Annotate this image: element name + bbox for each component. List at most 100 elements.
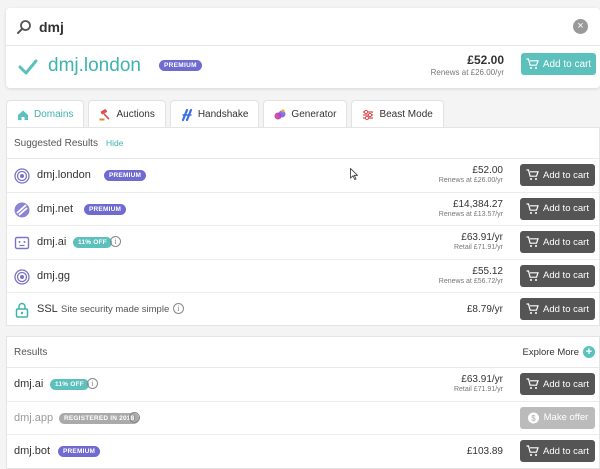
results-header: Results Explore More + — [7, 337, 599, 368]
tab-label: Beast Mode — [379, 109, 433, 120]
auction-icon — [99, 108, 111, 120]
info-icon[interactable]: i — [110, 236, 121, 247]
suggested-results-title: Suggested Results — [14, 137, 98, 149]
registered-badge: REGISTERED IN 2018 — [59, 412, 140, 424]
cart-label: Add to cart — [543, 236, 589, 248]
ssl-product-name: SSL — [37, 303, 58, 315]
price-value: £63.91/yr — [461, 232, 503, 243]
cart-label: Add to cart — [543, 203, 589, 214]
cart-label: Add to cart — [543, 378, 589, 390]
info-icon[interactable]: i — [87, 378, 98, 389]
price-value: £63.91/yr — [461, 374, 503, 385]
featured-price: £52.00 Renews at £26.00/yr — [431, 53, 504, 77]
make-offer-button[interactable]: $ Make offer — [520, 406, 595, 429]
cart-icon — [526, 378, 539, 389]
cart-icon — [526, 58, 539, 69]
add-to-cart-button[interactable]: Add to cart — [520, 298, 595, 320]
add-to-cart-button[interactable]: Add to cart — [520, 373, 595, 395]
house-icon — [18, 110, 28, 120]
price-value: £52.00 — [467, 53, 504, 67]
check-icon — [18, 59, 38, 75]
tab-label: Handshake — [197, 109, 249, 120]
dollar-icon: $ — [527, 412, 539, 423]
featured-domain: dmj.london — [48, 55, 141, 76]
add-to-cart-button[interactable]: Add to cart — [520, 231, 595, 253]
cart-icon — [526, 269, 539, 281]
cart-icon — [526, 445, 539, 456]
target-icon — [14, 168, 30, 184]
tab-generator[interactable]: Generator — [263, 100, 348, 128]
tab-label: Domains — [34, 109, 74, 120]
price-block: £8.79/yr — [467, 304, 503, 315]
add-to-cart-button[interactable]: Add to cart — [520, 197, 595, 220]
tab-label: Auctions — [116, 109, 155, 120]
cart-icon — [526, 303, 539, 314]
search-icon — [17, 20, 31, 34]
cart-label: Add to cart — [543, 445, 589, 457]
renew-price: Renews at £13.57/yr — [438, 210, 503, 218]
add-to-cart-button[interactable]: Add to cart — [520, 264, 595, 287]
price-block: £14,384.27 Renews at £13.57/yr — [439, 199, 503, 218]
price-block: £55.12 Renews at £56.72/yr — [439, 266, 503, 285]
domain-name: dmj.ai — [14, 378, 44, 390]
robot-icon — [14, 236, 30, 250]
tab-domains[interactable]: Domains — [6, 100, 85, 128]
add-to-cart-button[interactable]: Add to cart — [520, 164, 595, 186]
search-bar: × — [6, 8, 600, 46]
list-item: dmj.london PREMIUM £52.00 Renews at £26.… — [7, 159, 599, 193]
domain-name: dmj.net — [37, 202, 74, 215]
retail-price: Retail £71.91/yr — [453, 386, 503, 393]
domain-name: dmj.ai — [37, 236, 67, 248]
featured-add-to-cart-button[interactable]: Add to cart — [521, 53, 596, 75]
cart-icon — [526, 169, 539, 180]
net-logo-icon — [14, 202, 30, 217]
domain-name: dmj.gg — [37, 269, 71, 282]
handshake-icon — [181, 108, 192, 121]
cart-label: Add to cart — [543, 303, 589, 315]
lock-icon — [15, 302, 29, 318]
generator-icon — [274, 109, 286, 119]
make-offer-label: Make offer — [543, 412, 589, 423]
search-card: × dmj.london PREMIUM £52.00 Renews at £2… — [6, 8, 600, 88]
domain-name: dmj.bot — [14, 445, 51, 457]
svg-text:$: $ — [531, 414, 536, 423]
tab-handshake[interactable]: Handshake — [169, 100, 260, 128]
premium-badge: PREMIUM — [104, 170, 147, 181]
discount-badge: 11% OFF — [50, 379, 89, 390]
retail-price: Retail £71.91/yr — [453, 244, 503, 251]
search-input[interactable] — [39, 16, 539, 38]
featured-result: dmj.london PREMIUM £52.00 Renews at £26.… — [6, 46, 600, 88]
explore-more-label: Explore More — [522, 346, 580, 358]
premium-badge: PREMIUM — [84, 203, 127, 215]
tab-beast-mode[interactable]: Beast Mode — [351, 100, 444, 128]
tab-auctions[interactable]: Auctions — [88, 100, 166, 128]
list-item: SSL Site security made simple i £8.79/yr… — [7, 293, 599, 327]
cart-label: Add to cart — [543, 169, 589, 181]
suggested-results-header: Suggested Results Hide — [7, 128, 599, 159]
domain-name: dmj.london — [37, 169, 91, 181]
clear-search-icon[interactable]: × — [573, 19, 588, 34]
price-value: £8.79/yr — [466, 304, 503, 315]
price-value: £14,384.27 — [452, 198, 503, 210]
info-icon[interactable]: i — [129, 411, 140, 423]
search-tabs: Domains Auctions Handshake Generator Bea… — [6, 100, 444, 128]
list-item: dmj.app REGISTERED IN 2018 i $ Make offe… — [7, 402, 599, 435]
list-item: dmj.bot PREMIUM £103.89 Add to cart — [7, 435, 599, 469]
add-to-cart-button[interactable]: Add to cart — [520, 440, 595, 462]
price-block: £63.91/yr Retail £71.91/yr — [454, 232, 503, 251]
premium-badge: PREMIUM — [58, 446, 101, 457]
hide-link[interactable]: Hide — [106, 138, 123, 148]
renew-price: Renews at £26.00/yr — [438, 177, 503, 184]
mouse-cursor-icon — [350, 168, 358, 180]
target-icon — [14, 268, 30, 285]
renew-price: Renews at £56.72/yr — [438, 277, 503, 285]
price-block: £103.89 — [467, 446, 503, 457]
cart-icon — [526, 202, 539, 214]
info-icon[interactable]: i — [173, 303, 184, 314]
explore-more-button[interactable]: Explore More + — [522, 346, 595, 358]
price-value: £52.00 — [472, 165, 503, 176]
list-item: dmj.ai 11% OFF i £63.91/yr Retail £71.91… — [7, 368, 599, 402]
renew-price: Renews at £26.00/yr — [430, 68, 504, 77]
domain-name: dmj.app — [14, 411, 54, 424]
suggested-results-panel: Suggested Results Hide dmj.london PREMIU… — [6, 127, 600, 326]
